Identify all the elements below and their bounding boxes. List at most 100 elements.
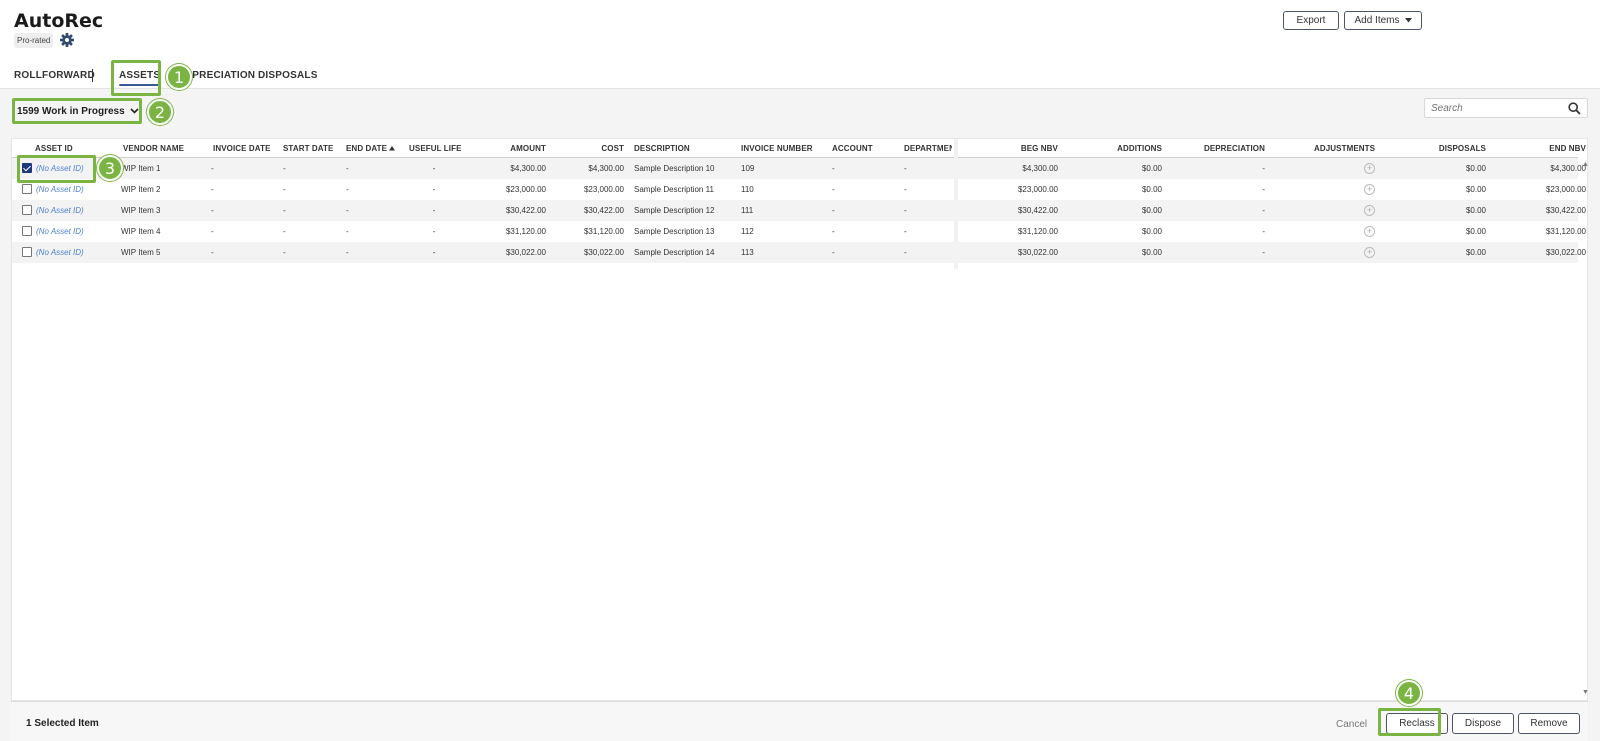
col-header-invoice-date[interactable]: INVOICE DATE [213,144,271,153]
cell-beg-nbv: $4,300.00 [1022,164,1058,173]
col-header-start-date[interactable]: START DATE [283,144,333,153]
cell-account: - [832,227,835,236]
cell-asset-id[interactable]: (No Asset ID) [36,227,84,236]
cell-account: - [832,206,835,215]
table-row[interactable]: (No Asset ID) WIP Item 4 - - - - $31,120.00 $31… [12,221,1586,242]
cell-end-date: - [346,227,349,236]
scroll-down-arrow[interactable]: ▼ [1582,689,1589,696]
cell-description: Sample Description 14 [634,248,715,257]
subtitle-row: Pro-rated [14,32,75,48]
col-header-account[interactable]: ACCOUNT [832,144,873,153]
col-header-adjustments[interactable]: ADJUSTMENTS [1314,144,1375,153]
cell-asset-id[interactable]: (No Asset ID) [36,206,84,215]
col-header-department[interactable]: DEPARTMEN [904,144,952,153]
cell-depreciation: - [1262,227,1265,236]
col-header-asset-id[interactable]: ASSET ID [35,144,73,153]
cell-vendor-name: WIP Item 3 [121,206,161,215]
plus-circle-icon[interactable]: + [1364,247,1375,258]
add-items-button-label: Add Items [1354,15,1400,26]
tab-rollforward[interactable]: ROLLFORWARD [14,70,95,81]
plus-circle-icon[interactable]: + [1364,226,1375,237]
tab-separator [92,69,93,82]
plus-circle-icon[interactable]: + [1364,205,1375,216]
callout-highlight-assets-tab [111,60,161,96]
cell-vendor-name: WIP Item 1 [121,164,161,173]
assets-grid: ASSET ID VENDOR NAME INVOICE DATE START … [11,138,1589,701]
cell-cost: $4,300.00 [588,164,624,173]
cell-additions: $0.00 [1141,206,1162,215]
add-items-button[interactable]: Add Items [1344,11,1422,30]
plus-circle-icon[interactable]: + [1364,163,1375,174]
cell-beg-nbv: $31,120.00 [1017,227,1058,236]
cell-beg-nbv: $23,000.00 [1017,185,1058,194]
cancel-button[interactable]: Cancel [1336,719,1367,730]
cell-asset-id[interactable]: (No Asset ID) [36,185,84,194]
callout-highlight-account-select [12,98,142,124]
cell-end-nbv: $4,300.00 [1550,164,1586,173]
col-header-amount[interactable]: AMOUNT [480,144,546,153]
cell-useful-life: - [432,164,436,173]
table-row[interactable]: (No Asset ID) WIP Item 2 - - - - $23,000.00 $23… [12,179,1586,200]
search-box [1424,98,1588,118]
col-header-end-date[interactable]: END DATE [346,144,396,153]
col-header-useful-life[interactable]: USEFUL LIFE [409,144,462,153]
cell-start-date: - [283,227,286,236]
cell-department: - [904,227,907,236]
app-title: AutoRec [14,10,104,32]
col-header-disposals[interactable]: DISPOSALS [1392,144,1486,153]
cell-end-date: - [346,248,349,257]
cell-end-nbv: $31,120.00 [1545,227,1586,236]
cell-depreciation: - [1262,248,1265,257]
cell-amount: $30,022.00 [505,248,546,257]
search-input[interactable] [1431,102,1561,114]
cell-asset-id[interactable]: (No Asset ID) [36,248,84,257]
cell-cost: $23,000.00 [583,185,624,194]
col-header-description[interactable]: DESCRIPTION [634,144,690,153]
callout-marker-2: 2 [147,99,173,125]
sort-ascending-icon [389,146,396,151]
export-button-label: Export [1296,15,1326,26]
end-date-label: END DATE [346,144,388,153]
prorated-badge: Pro-rated [14,32,54,48]
plus-circle-icon[interactable]: + [1364,184,1375,195]
scroll-up-arrow[interactable]: ▲ [1582,161,1589,168]
cell-cost: $30,022.00 [583,248,624,257]
cell-department: - [904,248,907,257]
cell-depreciation: - [1262,164,1265,173]
cell-disposals: $0.00 [1465,248,1486,257]
dispose-button[interactable]: Dispose [1452,713,1514,734]
cell-amount: $4,300.00 [510,164,546,173]
cell-vendor-name: WIP Item 5 [121,248,161,257]
cell-end-nbv: $30,422.00 [1545,206,1586,215]
cell-additions: $0.00 [1141,185,1162,194]
col-header-vendor-name[interactable]: VENDOR NAME [123,144,184,153]
cell-additions: $0.00 [1141,248,1162,257]
row-checkbox[interactable] [22,226,32,236]
export-button[interactable]: Export [1283,11,1339,30]
row-checkbox[interactable] [22,184,32,194]
cell-disposals: $0.00 [1465,206,1486,215]
tab-disposals[interactable]: DISPOSALS [258,70,318,81]
search-icon[interactable] [1568,102,1581,115]
cell-disposals: $0.00 [1465,227,1486,236]
cell-disposals: $0.00 [1465,185,1486,194]
row-checkbox[interactable] [22,205,32,215]
col-header-invoice-number[interactable]: INVOICE NUMBER [741,144,813,153]
table-row[interactable]: (No Asset ID) WIP Item 5 - - - - $30,022.00 $30… [12,242,1586,263]
col-header-depreciation[interactable]: DEPRECIATION [1172,144,1265,153]
cell-beg-nbv: $30,022.00 [1017,248,1058,257]
table-row[interactable]: (No Asset ID) WIP Item 1- - - - $4,300.00 $4,3… [12,158,1586,179]
cell-department: - [904,164,907,173]
remove-button[interactable]: Remove [1518,713,1580,734]
col-header-end-nbv[interactable]: END NBV [1492,144,1586,153]
cell-additions: $0.00 [1141,164,1162,173]
col-header-additions[interactable]: ADDITIONS [1072,144,1162,153]
callout-marker-1: 1 [166,64,192,90]
row-checkbox[interactable] [22,247,32,257]
cell-description: Sample Description 11 [634,185,714,194]
col-header-cost[interactable]: COST [558,144,624,153]
gear-icon[interactable] [59,32,75,48]
cell-end-date: - [346,185,349,194]
table-row[interactable]: (No Asset ID) WIP Item 3 - - - - $30,422.00 $30… [12,200,1586,221]
col-header-beg-nbv[interactable]: BEG NBV [972,144,1058,153]
